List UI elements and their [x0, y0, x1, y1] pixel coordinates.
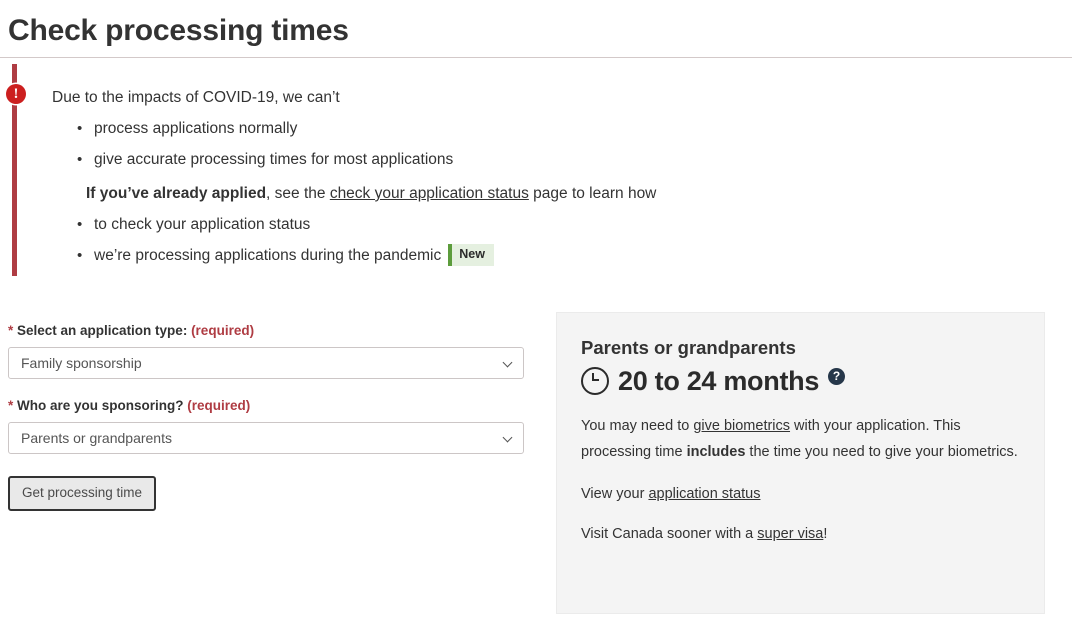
- application-type-label-text: Select an application type:: [13, 323, 192, 338]
- required-text: (required): [191, 323, 255, 338]
- application-type-select-wrap: Family sponsorship: [8, 347, 524, 379]
- list-item: process applications normally: [77, 113, 1054, 144]
- result-subject: Parents or grandparents: [581, 337, 796, 358]
- super-visa-link[interactable]: super visa: [757, 526, 823, 542]
- sponsoring-label: * Who are you sponsoring? (required): [8, 397, 528, 415]
- biometrics-pre: You may need to: [581, 418, 694, 434]
- alert-applied-tail: page to learn how: [528, 185, 657, 202]
- check-application-status-link[interactable]: check your application status: [330, 185, 529, 202]
- sponsoring-select[interactable]: Parents or grandparents: [8, 422, 524, 454]
- biometrics-paragraph: You may need to give biometrics with you…: [581, 413, 1020, 465]
- alert-applied-line: If you’ve already applied, see the check…: [48, 183, 1054, 205]
- list-item: we’re processing applications during the…: [77, 240, 1054, 271]
- sponsoring-label-text: Who are you sponsoring?: [13, 398, 188, 413]
- list-item: give accurate processing times for most …: [77, 144, 1054, 175]
- processing-time-form: * Select an application type: (required)…: [8, 322, 528, 511]
- result-processing-time: 20 to 24 months: [618, 366, 820, 396]
- alert-lead-text: Due to the impacts of COVID-19, we can’t: [52, 89, 340, 106]
- processing-time-result-panel: Parents or grandparents 20 to 24 months …: [556, 312, 1045, 614]
- page-title: Check processing times: [8, 14, 349, 47]
- alert-bottom-bullet-list: to check your application status we’re p…: [48, 209, 1054, 271]
- alert-top-bullet-list: process applications normally give accur…: [48, 113, 1054, 175]
- application-type-select[interactable]: Family sponsorship: [8, 347, 524, 379]
- application-status-link[interactable]: application status: [648, 486, 760, 502]
- result-time-row: 20 to 24 months ?: [581, 365, 1020, 397]
- biometrics-tail: the time you need to give your biometric…: [745, 444, 1018, 460]
- sponsoring-select-wrap: Parents or grandparents: [8, 422, 524, 454]
- alert-applied-bold: If you’ve already applied: [86, 185, 267, 202]
- alert-applied-mid: , see the: [266, 185, 330, 202]
- application-status-paragraph: View your application status: [581, 481, 1020, 507]
- help-icon[interactable]: ?: [828, 367, 846, 385]
- get-processing-time-button[interactable]: Get processing time: [8, 476, 157, 511]
- covid-alert: Due to the impacts of COVID-19, we can’t…: [14, 64, 1054, 271]
- supervisa-tail: !: [823, 526, 828, 542]
- title-divider: [0, 57, 1072, 58]
- required-text: (required): [187, 398, 251, 413]
- biometrics-bold: includes: [686, 444, 746, 460]
- clock-icon: [581, 367, 609, 395]
- list-item: to check your application status: [77, 209, 1054, 240]
- new-badge: New: [448, 244, 494, 266]
- list-item-label: we’re processing applications during the…: [94, 247, 442, 264]
- super-visa-paragraph: Visit Canada sooner with a super visa!: [581, 521, 1020, 547]
- give-biometrics-link[interactable]: give biometrics: [693, 418, 790, 434]
- supervisa-pre: Visit Canada sooner with a: [581, 526, 758, 542]
- application-type-label: * Select an application type: (required): [8, 322, 528, 340]
- status-pre: View your: [581, 486, 649, 502]
